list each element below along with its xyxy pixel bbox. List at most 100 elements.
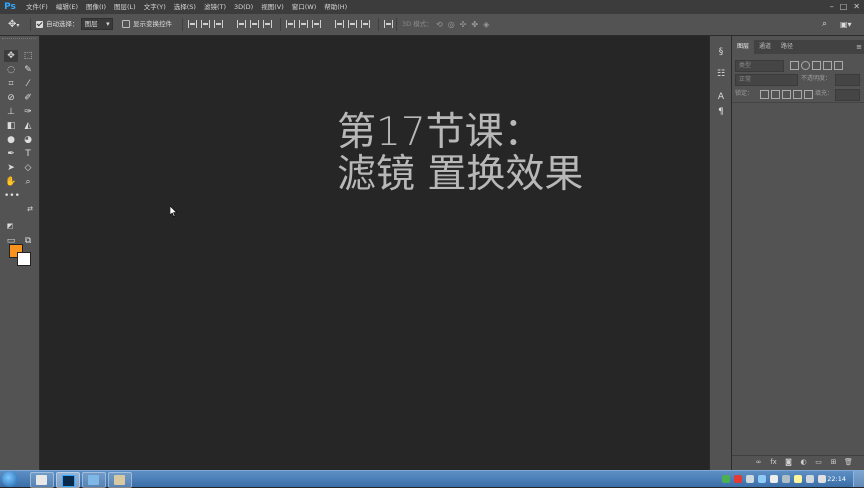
eyedropper-tool-icon[interactable]: ⁄	[21, 78, 35, 90]
auto-select-checkbox[interactable]	[36, 20, 43, 28]
new-layer-icon[interactable]: ⊞	[829, 458, 838, 467]
document-canvas[interactable]: 第17节课： 滤镜 置换效果	[40, 36, 708, 470]
menu-help[interactable]: 帮助(H)	[320, 0, 351, 14]
menu-image[interactable]: 图像(I)	[82, 0, 110, 14]
swap-colors-icon[interactable]: ⇄	[23, 203, 37, 215]
collapsed-panels-strip: § ☷ A ¶	[709, 36, 732, 470]
hand-tool-icon[interactable]: ✋	[4, 176, 18, 188]
paint-bucket-tool-icon[interactable]: ◭	[21, 120, 35, 132]
screen-mode-icon[interactable]: ⧉	[21, 235, 35, 247]
distribute-top-icon[interactable]	[286, 20, 295, 28]
brush-tool-icon[interactable]: ✐	[21, 92, 35, 104]
properties-icon[interactable]: ☷	[714, 68, 728, 80]
menu-layer[interactable]: 图层(L)	[110, 0, 140, 14]
lock-icons[interactable]	[759, 90, 814, 99]
type-tool-icon[interactable]: T	[21, 148, 35, 160]
align-right-icon[interactable]	[263, 20, 273, 28]
link-layers-icon[interactable]: ∞	[754, 458, 763, 467]
tray-icon-7[interactable]	[794, 475, 802, 483]
auto-align-icon[interactable]	[382, 14, 395, 35]
marquee-tool-icon[interactable]: ⬚	[21, 50, 35, 62]
distribute-right-icon[interactable]	[361, 20, 371, 28]
auto-select-option[interactable]: 自动选择： 图层	[36, 14, 113, 35]
menu-3d[interactable]: 3D(D)	[230, 0, 257, 14]
blend-mode-dropdown[interactable]: 正常	[735, 74, 798, 86]
show-desktop-button[interactable]	[853, 471, 864, 487]
adjustment-layer-icon[interactable]: ◐	[799, 458, 808, 467]
auto-select-target-dropdown[interactable]: 图层	[80, 18, 113, 30]
tray-icon-9[interactable]	[818, 475, 826, 483]
menu-edit[interactable]: 编辑(E)	[52, 0, 82, 14]
more-tools-icon[interactable]: •••	[4, 190, 20, 202]
3d-mode-icons[interactable]: ⟲◎✣✤◈	[436, 14, 494, 35]
history-brush-tool-icon[interactable]: ✑	[21, 106, 35, 118]
tab-layers[interactable]: 图层	[732, 40, 755, 54]
lasso-tool-icon[interactable]: ◌	[4, 64, 18, 76]
quick-mask-icon[interactable]: ▭	[4, 235, 18, 247]
add-mask-icon[interactable]: ◙	[784, 458, 793, 467]
new-group-icon[interactable]: ▭	[814, 458, 823, 467]
paragraph-icon[interactable]: ¶	[714, 106, 728, 118]
menu-window[interactable]: 窗口(W)	[288, 0, 321, 14]
tab-paths[interactable]: 路径	[776, 40, 798, 54]
minimize-button[interactable]: –	[830, 0, 834, 14]
layers-panel-footer: ∞ fx ◙ ◐ ▭ ⊞ 🗑	[732, 455, 864, 470]
tab-channels[interactable]: 通道	[754, 40, 776, 54]
align-hcenter-icon[interactable]	[250, 20, 260, 28]
maximize-button[interactable]: □	[840, 0, 848, 14]
tray-icon-8[interactable]	[806, 475, 814, 483]
align-bottom-icon[interactable]	[214, 20, 223, 28]
path-select-tool-icon[interactable]: ➤	[4, 162, 18, 174]
opacity-field[interactable]	[835, 74, 860, 86]
menu-filter[interactable]: 滤镜(T)	[200, 0, 230, 14]
align-top-icon[interactable]	[188, 20, 197, 28]
pen-tool-icon[interactable]: ✒	[4, 148, 18, 160]
tray-icon-6[interactable]	[782, 475, 790, 483]
photoshop-logo: Ps	[4, 2, 16, 12]
panel-menu-icon[interactable]: ≡	[856, 40, 862, 54]
search-icon[interactable]: ⌕	[822, 14, 827, 35]
healing-brush-tool-icon[interactable]: ⊘	[4, 92, 18, 104]
history-icon[interactable]: §	[714, 46, 728, 58]
close-button[interactable]: ✕	[853, 0, 860, 14]
align-left-icon[interactable]	[237, 20, 247, 28]
layer-style-icon[interactable]: fx	[769, 458, 778, 467]
distribute-vcenter-icon[interactable]	[299, 20, 308, 28]
delete-layer-icon[interactable]: 🗑	[844, 458, 853, 467]
eraser-tool-icon[interactable]: ◧	[4, 120, 18, 132]
quick-select-tool-icon[interactable]: ✎	[21, 64, 35, 76]
tray-icon-1[interactable]	[722, 475, 730, 483]
show-transform-checkbox[interactable]	[122, 20, 130, 28]
fill-field[interactable]	[835, 89, 860, 101]
distribute-left-icon[interactable]	[335, 20, 345, 28]
start-button[interactable]	[2, 471, 18, 487]
shape-tool-icon[interactable]: ◇	[21, 162, 35, 174]
show-transform-option[interactable]: 显示变换控件	[122, 14, 172, 35]
blur-tool-icon[interactable]: ●	[4, 134, 18, 146]
menu-select[interactable]: 选择(S)	[170, 0, 200, 14]
tray-icon-3[interactable]	[746, 475, 754, 483]
move-tool-icon[interactable]: ✥▾	[8, 14, 19, 35]
filter-type-dropdown[interactable]: 类型	[735, 60, 784, 72]
background-color-swatch[interactable]	[17, 252, 31, 266]
tray-icon-2[interactable]	[734, 475, 742, 483]
crop-tool-icon[interactable]: ⌗	[4, 78, 18, 90]
tray-icon-5[interactable]	[770, 475, 778, 483]
dodge-tool-icon[interactable]: ◕	[21, 134, 35, 146]
panel-grip[interactable]	[2, 38, 36, 43]
filter-icons[interactable]	[789, 61, 844, 70]
tray-icon-4[interactable]	[758, 475, 766, 483]
menu-type[interactable]: 文字(Y)	[140, 0, 170, 14]
move-tool-icon[interactable]: ✥	[4, 50, 18, 62]
taskbar-clock[interactable]: 22:14	[827, 471, 846, 487]
distribute-hcenter-icon[interactable]	[348, 20, 358, 28]
character-icon[interactable]: A	[714, 91, 728, 103]
default-colors-icon[interactable]: ◩	[3, 220, 17, 232]
menu-view[interactable]: 视图(V)	[257, 0, 288, 14]
zoom-tool-icon[interactable]: ⌕	[21, 176, 35, 188]
distribute-bottom-icon[interactable]	[312, 20, 321, 28]
align-vcenter-icon[interactable]	[201, 20, 210, 28]
menu-file[interactable]: 文件(F)	[22, 0, 52, 14]
workspace-icon[interactable]: ▣▾	[840, 14, 852, 35]
clone-stamp-tool-icon[interactable]: ⊥	[4, 106, 18, 118]
